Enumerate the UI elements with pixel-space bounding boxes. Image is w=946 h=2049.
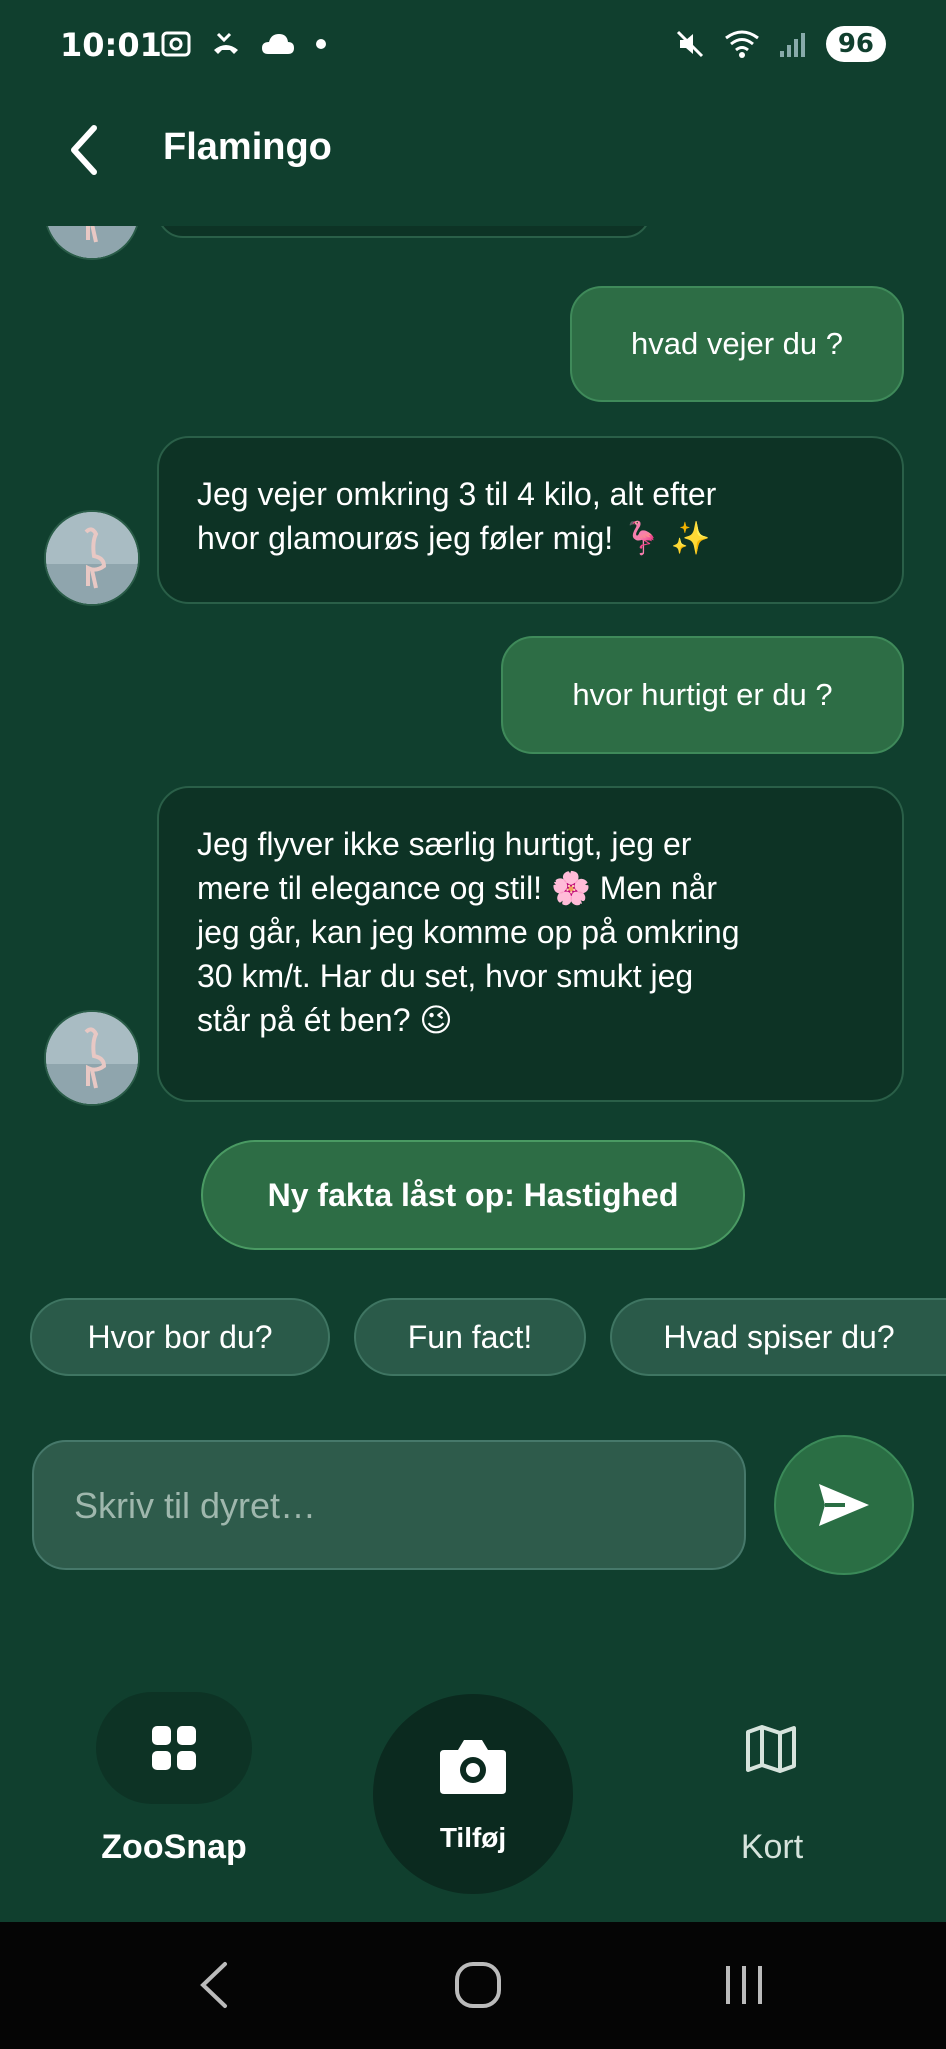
status-time: 10:01 <box>60 26 162 64</box>
message-line: Jeg flyver ikke særlig hurtigt, jeg er <box>197 826 692 862</box>
user-message: hvad vejer du ? <box>570 286 904 402</box>
flamingo-avatar <box>44 1010 140 1106</box>
message-input-container <box>32 1440 746 1570</box>
bot-message: Jeg flyver ikke særlig hurtigt, jeg er m… <box>157 786 904 1102</box>
status-icons-left <box>160 28 328 60</box>
badge-text: Ny fakta låst op: Hastighed <box>267 1176 679 1213</box>
message-line: mere til elegance og stil! 🌸 Men når <box>197 870 718 906</box>
screenshot-icon <box>161 31 191 57</box>
bot-message-partial <box>157 226 651 238</box>
add-photo-label: Tilføj <box>439 1822 507 1853</box>
flamingo-avatar <box>44 226 140 260</box>
system-home-icon[interactable] <box>453 1960 503 2010</box>
chat-header: Flamingo <box>0 100 946 200</box>
flamingo-avatar <box>44 510 140 606</box>
status-icons-right: 96 <box>674 26 886 62</box>
notification-dot-icon <box>316 39 326 49</box>
signal-icon <box>779 33 805 57</box>
system-navigation-bar <box>0 1922 946 2049</box>
flamingo-avatar-image <box>46 226 138 258</box>
add-photo-button[interactable]: Tilføj <box>373 1694 573 1894</box>
message-line: hvor glamourøs jeg føler mig! 🦩 ✨ <box>197 520 711 556</box>
nav-zoosnap-label[interactable]: ZooSnap <box>96 1828 252 1867</box>
flamingo-avatar-image <box>46 512 138 604</box>
map-icon[interactable] <box>745 1724 797 1774</box>
chat-messages[interactable]: hvad vejer du ? Jeg vejer omkring 3 til … <box>0 226 946 1266</box>
message-line: 30 km/t. Har du set, hvor smukt jeg <box>197 958 694 994</box>
flamingo-avatar-image <box>46 1012 138 1104</box>
message-line: Jeg vejer omkring 3 til 4 kilo, alt efte… <box>197 476 717 512</box>
nav-map-label[interactable]: Kort <box>700 1828 844 1867</box>
battery-level: 96 <box>825 26 886 62</box>
system-back-icon[interactable] <box>195 1960 235 2010</box>
chip-label: Hvad spiser du? <box>663 1318 895 1355</box>
suggestion-chip-where-live[interactable]: Hvor bor du? <box>30 1298 330 1376</box>
suggestion-chip-what-eat[interactable]: Hvad spiser du? <box>610 1298 946 1376</box>
suggestion-chip-fun-fact[interactable]: Fun fact! <box>354 1298 586 1376</box>
mute-icon <box>676 30 703 58</box>
missed-call-icon <box>214 32 238 54</box>
status-bar: 10:01 96 <box>0 0 946 92</box>
chip-label: Hvor bor du? <box>87 1318 273 1355</box>
grid-icon <box>152 1726 196 1770</box>
camera-icon <box>440 1740 506 1794</box>
suggestion-chips: Hvor bor du? Fun fact! Hvad spiser du? <box>0 1298 946 1378</box>
message-line: jeg går, kan jeg komme op på omkring <box>197 914 740 950</box>
back-button[interactable] <box>60 120 110 180</box>
send-button[interactable] <box>774 1435 914 1575</box>
fact-unlocked-badge[interactable]: Ny fakta låst op: Hastighed <box>201 1140 745 1250</box>
bottom-navigation: ZooSnap Tilføj Kort <box>0 1680 946 1920</box>
nav-zoosnap[interactable] <box>96 1692 252 1804</box>
page-title: Flamingo <box>163 126 332 168</box>
system-recents-icon[interactable] <box>720 1960 770 2010</box>
cloud-icon <box>262 34 294 54</box>
wifi-icon <box>724 30 759 58</box>
chip-label: Fun fact! <box>407 1318 533 1355</box>
bot-message: Jeg vejer omkring 3 til 4 kilo, alt efte… <box>157 436 904 604</box>
message-line: står på ét ben? 😉 <box>197 1002 453 1038</box>
message-input[interactable] <box>72 1472 696 1540</box>
message-text: hvad vejer du ? <box>631 326 843 361</box>
send-icon <box>819 1484 869 1526</box>
user-message: hvor hurtigt er du ? <box>501 636 904 754</box>
chevron-left-icon <box>71 125 97 175</box>
message-text: hvor hurtigt er du ? <box>572 677 833 712</box>
